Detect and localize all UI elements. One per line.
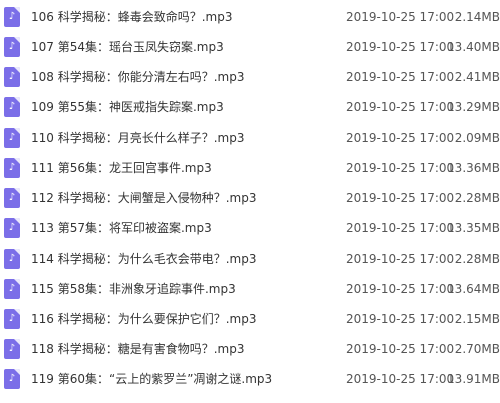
file-size: 2.70MB [454,342,500,356]
list-item[interactable]: ♪ 115 第58集：非洲象牙追踪事件.mp3 2019-10-25 17:00… [0,279,500,303]
music-file-icon: ♪ [4,7,20,27]
list-item[interactable]: ♪ 109 第55集：神医戒指失踪案.mp3 2019-10-25 17:00 … [0,97,500,121]
file-list: ♪ 106 科学揭秘：蜂毒会致命吗？.mp3 2019-10-25 17:00 … [0,0,500,403]
file-size: 2.28MB [454,191,500,205]
file-name: 116 科学揭秘：为什么要保护它们？.mp3 [31,312,257,326]
file-name: 109 第55集：神医戒指失踪案.mp3 [31,100,224,114]
file-size: 2.09MB [454,131,500,145]
music-file-icon: ♪ [4,158,20,178]
file-name: 107 第54集：瑶台玉凤失窃案.mp3 [31,40,224,54]
file-size: 2.41MB [454,70,500,84]
file-size: 13.91MB [447,372,500,386]
file-size: 2.28MB [454,252,500,266]
list-item[interactable]: ♪ 116 科学揭秘：为什么要保护它们？.mp3 2019-10-25 17:0… [0,309,500,333]
music-file-icon: ♪ [4,188,20,208]
music-file-icon: ♪ [4,369,20,389]
list-item[interactable]: ♪ 118 科学揭秘：糖是有害食物吗？.mp3 2019-10-25 17:00… [0,339,500,363]
file-name: 111 第56集：龙王回宫事件.mp3 [31,161,212,175]
file-size: 13.35MB [447,221,500,235]
list-item[interactable]: ♪ 119 第60集：“云上的紫罗兰”凋谢之谜.mp3 2019-10-25 1… [0,369,500,393]
music-file-icon: ♪ [4,249,20,269]
music-file-icon: ♪ [4,97,20,117]
file-name: 118 科学揭秘：糖是有害食物吗？.mp3 [31,342,245,356]
music-file-icon: ♪ [4,67,20,87]
file-size: 13.29MB [447,100,500,114]
music-file-icon: ♪ [4,218,20,238]
file-size: 2.15MB [454,312,500,326]
list-item[interactable]: ♪ 110 科学揭秘：月亮长什么样子？.mp3 2019-10-25 17:00… [0,128,500,152]
file-size: 13.40MB [447,40,500,54]
list-item[interactable]: ♪ 106 科学揭秘：蜂毒会致命吗？.mp3 2019-10-25 17:00 … [0,7,500,31]
list-item[interactable]: ♪ 111 第56集：龙王回宫事件.mp3 2019-10-25 17:00 1… [0,158,500,182]
file-name: 112 科学揭秘：大闸蟹是入侵物种？.mp3 [31,191,257,205]
list-item[interactable]: ♪ 108 科学揭秘：你能分清左右吗？.mp3 2019-10-25 17:00… [0,67,500,91]
file-name: 119 第60集：“云上的紫罗兰”凋谢之谜.mp3 [31,372,273,386]
music-file-icon: ♪ [4,279,20,299]
file-size: 2.14MB [454,10,500,24]
file-size: 13.36MB [447,161,500,175]
file-size: 13.64MB [447,282,500,296]
music-file-icon: ♪ [4,128,20,148]
list-item[interactable]: ♪ 114 科学揭秘：为什么毛衣会带电？.mp3 2019-10-25 17:0… [0,249,500,273]
music-file-icon: ♪ [4,339,20,359]
file-name: 115 第58集：非洲象牙追踪事件.mp3 [31,282,236,296]
list-item[interactable]: ♪ 112 科学揭秘：大闸蟹是入侵物种？.mp3 2019-10-25 17:0… [0,188,500,212]
file-name: 108 科学揭秘：你能分清左右吗？.mp3 [31,70,245,84]
music-file-icon: ♪ [4,309,20,329]
list-item[interactable]: ♪ 113 第57集：将军印被盗案.mp3 2019-10-25 17:00 1… [0,218,500,242]
file-name: 113 第57集：将军印被盗案.mp3 [31,221,212,235]
file-name: 110 科学揭秘：月亮长什么样子？.mp3 [31,131,245,145]
file-name: 114 科学揭秘：为什么毛衣会带电？.mp3 [31,252,257,266]
list-item[interactable]: ♪ 107 第54集：瑶台玉凤失窃案.mp3 2019-10-25 17:00 … [0,37,500,61]
music-file-icon: ♪ [4,37,20,57]
file-name: 106 科学揭秘：蜂毒会致命吗？.mp3 [31,10,233,24]
